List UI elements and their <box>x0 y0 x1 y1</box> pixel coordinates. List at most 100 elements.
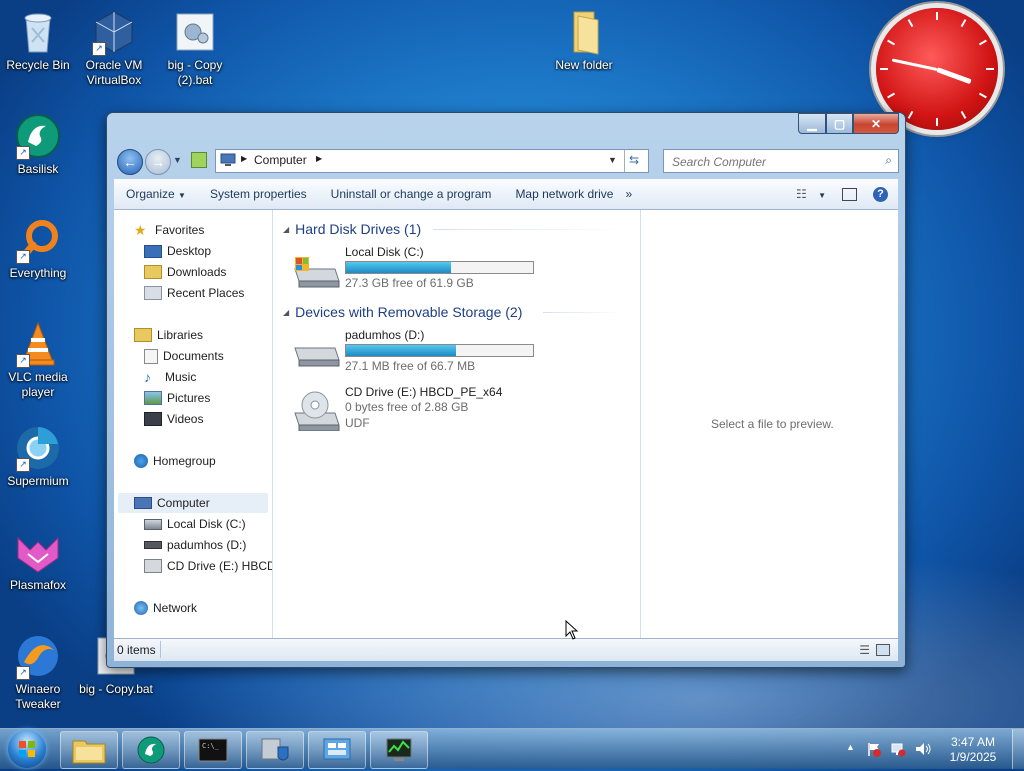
large-icons-view-button[interactable] <box>876 644 890 656</box>
minimize-button[interactable]: ▁ <box>798 113 826 134</box>
search-input[interactable] <box>670 152 874 172</box>
nav-local-disk[interactable]: Local Disk (C:) <box>144 514 246 534</box>
drive-usage-bar <box>345 344 534 357</box>
taskbar-cmd-button[interactable]: C:\_ <box>184 731 242 769</box>
drive-item-d[interactable]: padumhos (D:) 27.1 MB free of 66.7 MB <box>291 328 621 384</box>
nav-label: Homegroup <box>153 454 216 468</box>
breadcrumb[interactable]: Computer <box>254 153 307 167</box>
preview-pane-button[interactable] <box>834 187 865 202</box>
desktop-icon-everything[interactable]: ↗ Everything <box>0 216 76 281</box>
volume-icon[interactable] <box>914 741 932 757</box>
show-hidden-icons-button[interactable]: ▲ <box>846 742 855 752</box>
nav-music[interactable]: ♪ Music <box>144 367 196 387</box>
breadcrumb-chevron-icon: ▶ <box>241 154 248 163</box>
taskbar-clock[interactable]: 3:47 AM 1/9/2025 <box>946 735 1000 765</box>
desktop-icon-winaero[interactable]: ↗ Winaero Tweaker <box>0 632 76 712</box>
nav-label: Pictures <box>167 391 211 405</box>
computer-icon <box>134 497 152 509</box>
action-center-flag-icon[interactable] <box>866 741 882 757</box>
recent-pages-dropdown-icon[interactable]: ▼ <box>173 155 182 165</box>
taskbar-security-button[interactable] <box>246 731 304 769</box>
refresh-button[interactable]: ⇆ <box>624 150 647 172</box>
supermium-icon: ↗ <box>14 424 62 472</box>
file-list-pane[interactable]: ◢ Hard Disk Drives (1) Local Disk (C:) 2… <box>273 210 639 638</box>
forward-button[interactable]: → <box>145 149 171 175</box>
nav-label: Network <box>153 601 198 615</box>
taskbar-basilisk-button[interactable] <box>122 731 180 769</box>
show-desktop-button[interactable] <box>1012 729 1024 769</box>
nav-cd-drive[interactable]: CD Drive (E:) HBCD_ <box>144 556 272 576</box>
desktop-icon-bat-copy2[interactable]: big - Copy (2).bat <box>157 8 233 88</box>
map-network-drive-button[interactable]: Map network drive <box>503 187 625 201</box>
back-arrow-icon: ← <box>123 154 137 170</box>
explorer-window[interactable]: ▁ ▢ ✕ ← → ▼ ▶ Computer ▶ ▼ ⇆ ⌕ Organize … <box>106 112 906 668</box>
nav-label: Recent Places <box>167 286 245 300</box>
security-shield-icon <box>261 738 289 761</box>
nav-videos[interactable]: Videos <box>144 409 203 429</box>
group-header-hdd[interactable]: ◢ Hard Disk Drives (1) <box>283 219 421 239</box>
control-panel-icon <box>323 738 351 760</box>
clock-hour-hand <box>936 67 972 85</box>
network-status-icon[interactable] <box>890 741 906 757</box>
search-icon[interactable]: ⌕ <box>885 153 892 168</box>
pictures-icon <box>144 391 162 405</box>
change-view-button[interactable]: ☷ ▼ <box>788 187 834 201</box>
nav-downloads[interactable]: Downloads <box>144 262 226 282</box>
desktop-icon-vlc[interactable]: ↗ VLC media player <box>0 320 76 400</box>
nav-documents[interactable]: Documents <box>144 346 224 366</box>
navigation-pane[interactable]: ★ Favorites Desktop Downloads Recent Plac… <box>114 210 273 638</box>
taskbar-control-panel-button[interactable] <box>308 731 366 769</box>
shortcut-arrow-icon: ↗ <box>16 666 30 680</box>
help-button[interactable]: ? <box>865 186 898 202</box>
uninstall-program-button[interactable]: Uninstall or change a program <box>319 187 504 201</box>
group-header-removable[interactable]: ◢ Devices with Removable Storage (2) <box>283 302 522 322</box>
nav-label: Videos <box>167 412 204 426</box>
removable-drive-icon <box>144 541 162 549</box>
start-button[interactable] <box>8 730 46 768</box>
desktop-icon-label: Winaero Tweaker <box>15 682 61 711</box>
address-row: ← → ▼ ▶ Computer ▶ ▼ ⇆ ⌕ <box>115 147 899 175</box>
nav-padumhos[interactable]: padumhos (D:) <box>144 535 246 555</box>
homegroup-icon <box>134 454 148 468</box>
nav-libraries[interactable]: Libraries <box>134 325 203 345</box>
minimize-icon: ▁ <box>807 116 817 131</box>
desktop-icon-virtualbox[interactable]: ↗ Oracle VM VirtualBox <box>76 8 152 88</box>
back-button[interactable]: ← <box>117 149 143 175</box>
preview-pane: Select a file to preview. <box>640 210 899 638</box>
nav-label: Documents <box>163 349 224 363</box>
organize-menu[interactable]: Organize ▼ <box>114 187 198 201</box>
close-button[interactable]: ✕ <box>853 113 899 134</box>
chevron-down-icon: ▼ <box>818 191 826 200</box>
nav-label: Favorites <box>155 223 205 237</box>
nav-network[interactable]: Network <box>134 598 197 618</box>
desktop-icon-label: Recycle Bin <box>6 58 70 72</box>
more-commands-button[interactable]: » <box>625 187 644 201</box>
taskbar-explorer-button[interactable] <box>60 731 118 769</box>
details-view-button[interactable]: ☰ <box>859 643 870 657</box>
search-box[interactable]: ⌕ <box>663 149 899 173</box>
nav-computer[interactable]: Computer <box>118 493 268 513</box>
drive-free-space: 27.3 GB free of 61.9 GB <box>345 276 474 290</box>
desktop-icon-new-folder[interactable]: New folder <box>546 8 622 73</box>
drive-item-c[interactable]: Local Disk (C:) 27.3 GB free of 61.9 GB <box>291 245 621 301</box>
desktop-icon-basilisk[interactable]: ↗ Basilisk <box>0 112 76 177</box>
nav-pictures[interactable]: Pictures <box>144 388 210 408</box>
item-count: 0 items <box>117 643 156 657</box>
drive-item-e[interactable]: CD Drive (E:) HBCD_PE_x64 0 bytes free o… <box>291 385 621 445</box>
address-bar[interactable]: ▶ Computer ▶ ▼ ⇆ <box>215 149 649 173</box>
taskbar-task-manager-button[interactable] <box>370 731 428 769</box>
taskbar: C:\_ ▲ 3:47 AM 1/9/2025 <box>0 728 1024 769</box>
system-properties-button[interactable]: System properties <box>198 187 319 201</box>
nav-homegroup[interactable]: Homegroup <box>134 451 216 471</box>
nav-recent-places[interactable]: Recent Places <box>144 283 244 303</box>
nav-desktop[interactable]: Desktop <box>144 241 211 261</box>
maximize-button[interactable]: ▢ <box>826 113 853 134</box>
up-folder-icon[interactable] <box>191 152 207 168</box>
desktop-icon-supermium[interactable]: ↗ Supermium <box>0 424 76 489</box>
desktop-icon-plasmafox[interactable]: Plasmafox <box>0 528 76 593</box>
desktop-icon-recycle-bin[interactable]: Recycle Bin <box>0 8 76 73</box>
virtualbox-icon: ↗ <box>90 8 138 56</box>
address-dropdown-icon[interactable]: ▼ <box>608 155 617 165</box>
desktop-icon-label: Plasmafox <box>9 578 67 592</box>
nav-favorites[interactable]: ★ Favorites <box>134 220 204 240</box>
